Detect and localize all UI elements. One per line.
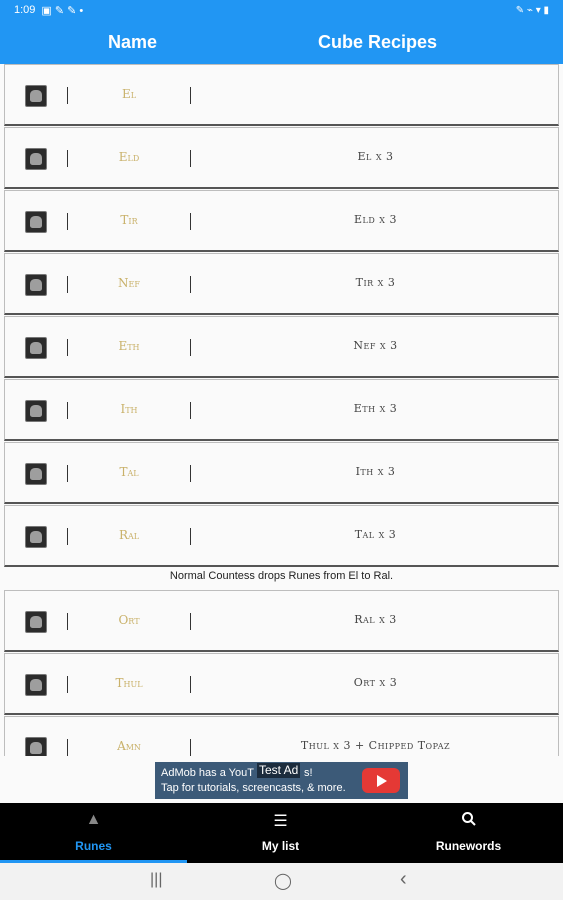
- rune-row[interactable]: Ith Eth x 3: [4, 379, 559, 441]
- rune-row[interactable]: Eld El x 3: [4, 127, 559, 189]
- search-icon: [461, 811, 477, 832]
- notification-icons: ▣ ✎ ✎ •: [41, 4, 84, 17]
- rune-row[interactable]: Tal Ith x 3: [4, 442, 559, 504]
- rune-icon: [25, 526, 47, 548]
- rune-name: Ral: [118, 528, 140, 542]
- divider: [67, 528, 68, 545]
- nav-runes[interactable]: ▲ Runes: [0, 803, 187, 863]
- divider: [67, 613, 68, 630]
- ad-line1: AdMob has a YouT: [161, 767, 254, 779]
- rune-row[interactable]: Ral Tal x 3: [4, 505, 559, 567]
- divider: [67, 676, 68, 693]
- home-button[interactable]: ◯: [274, 871, 292, 891]
- rune-recipe: Nef x 3: [353, 339, 398, 352]
- clock: 1:09: [14, 4, 36, 16]
- system-navigation: ||| ◯ ‹: [0, 863, 563, 900]
- rune-list[interactable]: El Eld El x 3 Tir Eld x 3 Nef Tir x 3 Et…: [0, 64, 563, 756]
- rune-icon: [25, 400, 47, 422]
- name-column-header: Name: [108, 32, 158, 52]
- nav-runes-label: Runes: [75, 839, 112, 853]
- divider: [67, 150, 68, 167]
- divider: [190, 87, 191, 104]
- app-bar: Name Cube Recipes: [0, 20, 563, 64]
- rune-name: Nef: [118, 276, 140, 290]
- list-icon: ☰: [273, 813, 288, 830]
- youtube-play-icon: [362, 768, 400, 793]
- nav-my-list-label: My list: [261, 839, 300, 853]
- rune-name: Amn: [117, 739, 141, 753]
- rune-row[interactable]: Ort Ral x 3: [4, 590, 559, 652]
- rune-row[interactable]: Thul Ort x 3: [4, 653, 559, 715]
- rune-recipe: Tal x 3: [354, 528, 397, 541]
- rune-row[interactable]: Nef Tir x 3: [4, 253, 559, 315]
- rune-recipe: Tir x 3: [355, 276, 396, 289]
- rune-name: Eth: [118, 339, 140, 353]
- rune-row[interactable]: Eth Nef x 3: [4, 316, 559, 378]
- divider: [67, 276, 68, 293]
- rune-icon: [25, 337, 47, 359]
- rune-recipe: Ral x 3: [354, 613, 397, 626]
- rune-name: El: [121, 87, 137, 101]
- status-bar: 1:09 ▣ ✎ ✎ • ✎ ⌁ ▾ ▮: [0, 0, 563, 20]
- ad-line1-end: s!: [303, 767, 313, 779]
- rune-icon: [25, 737, 47, 756]
- rune-name: Tir: [120, 213, 138, 227]
- rune-recipe: Thul x 3 + Chipped Topaz: [300, 739, 451, 752]
- back-button[interactable]: ‹: [400, 868, 407, 891]
- rune-icon: [25, 211, 47, 233]
- rune-icon: [25, 463, 47, 485]
- rune-icon: [25, 148, 47, 170]
- rune-row[interactable]: Tir Eld x 3: [4, 190, 559, 252]
- rune-row[interactable]: Amn Thul x 3 + Chipped Topaz: [4, 716, 559, 756]
- system-status-icons: ✎ ⌁ ▾ ▮: [515, 4, 549, 16]
- nav-runewords[interactable]: Runewords: [375, 803, 562, 863]
- rune-recipe: Ort x 3: [353, 676, 398, 689]
- test-ad-label: Test Ad: [257, 763, 301, 778]
- rune-icon: ▲: [85, 811, 102, 828]
- rune-recipe: Eld x 3: [354, 213, 397, 226]
- divider: [67, 339, 68, 356]
- rune-name: Eld: [118, 150, 140, 164]
- recents-button[interactable]: |||: [150, 871, 162, 889]
- rune-row[interactable]: El: [4, 64, 559, 126]
- divider: [67, 739, 68, 756]
- rune-recipe: El x 3: [357, 150, 394, 163]
- rune-recipe: Ith x 3: [355, 465, 396, 478]
- ad-banner[interactable]: AdMob has a YouT s! Tap for tutorials, sc…: [155, 762, 408, 799]
- rune-recipe: Eth x 3: [353, 402, 398, 415]
- recipe-column-header: Cube Recipes: [318, 32, 438, 52]
- rune-name: Tal: [119, 465, 139, 479]
- section-note: Normal Countess drops Runes from El to R…: [169, 570, 394, 582]
- divider: [67, 87, 68, 104]
- divider: [67, 465, 68, 482]
- rune-icon: [25, 674, 47, 696]
- nav-my-list[interactable]: ☰ My list: [187, 803, 374, 863]
- rune-icon: [25, 85, 47, 107]
- bottom-navigation: ▲ Runes ☰ My list Runewords: [0, 803, 563, 863]
- divider: [67, 213, 68, 230]
- nav-runewords-label: Runewords: [435, 839, 502, 853]
- divider: [67, 402, 68, 419]
- rune-icon: [25, 274, 47, 296]
- rune-name: Ort: [118, 613, 140, 627]
- rune-icon: [25, 611, 47, 633]
- rune-name: Thul: [115, 676, 143, 690]
- rune-name: Ith: [120, 402, 138, 416]
